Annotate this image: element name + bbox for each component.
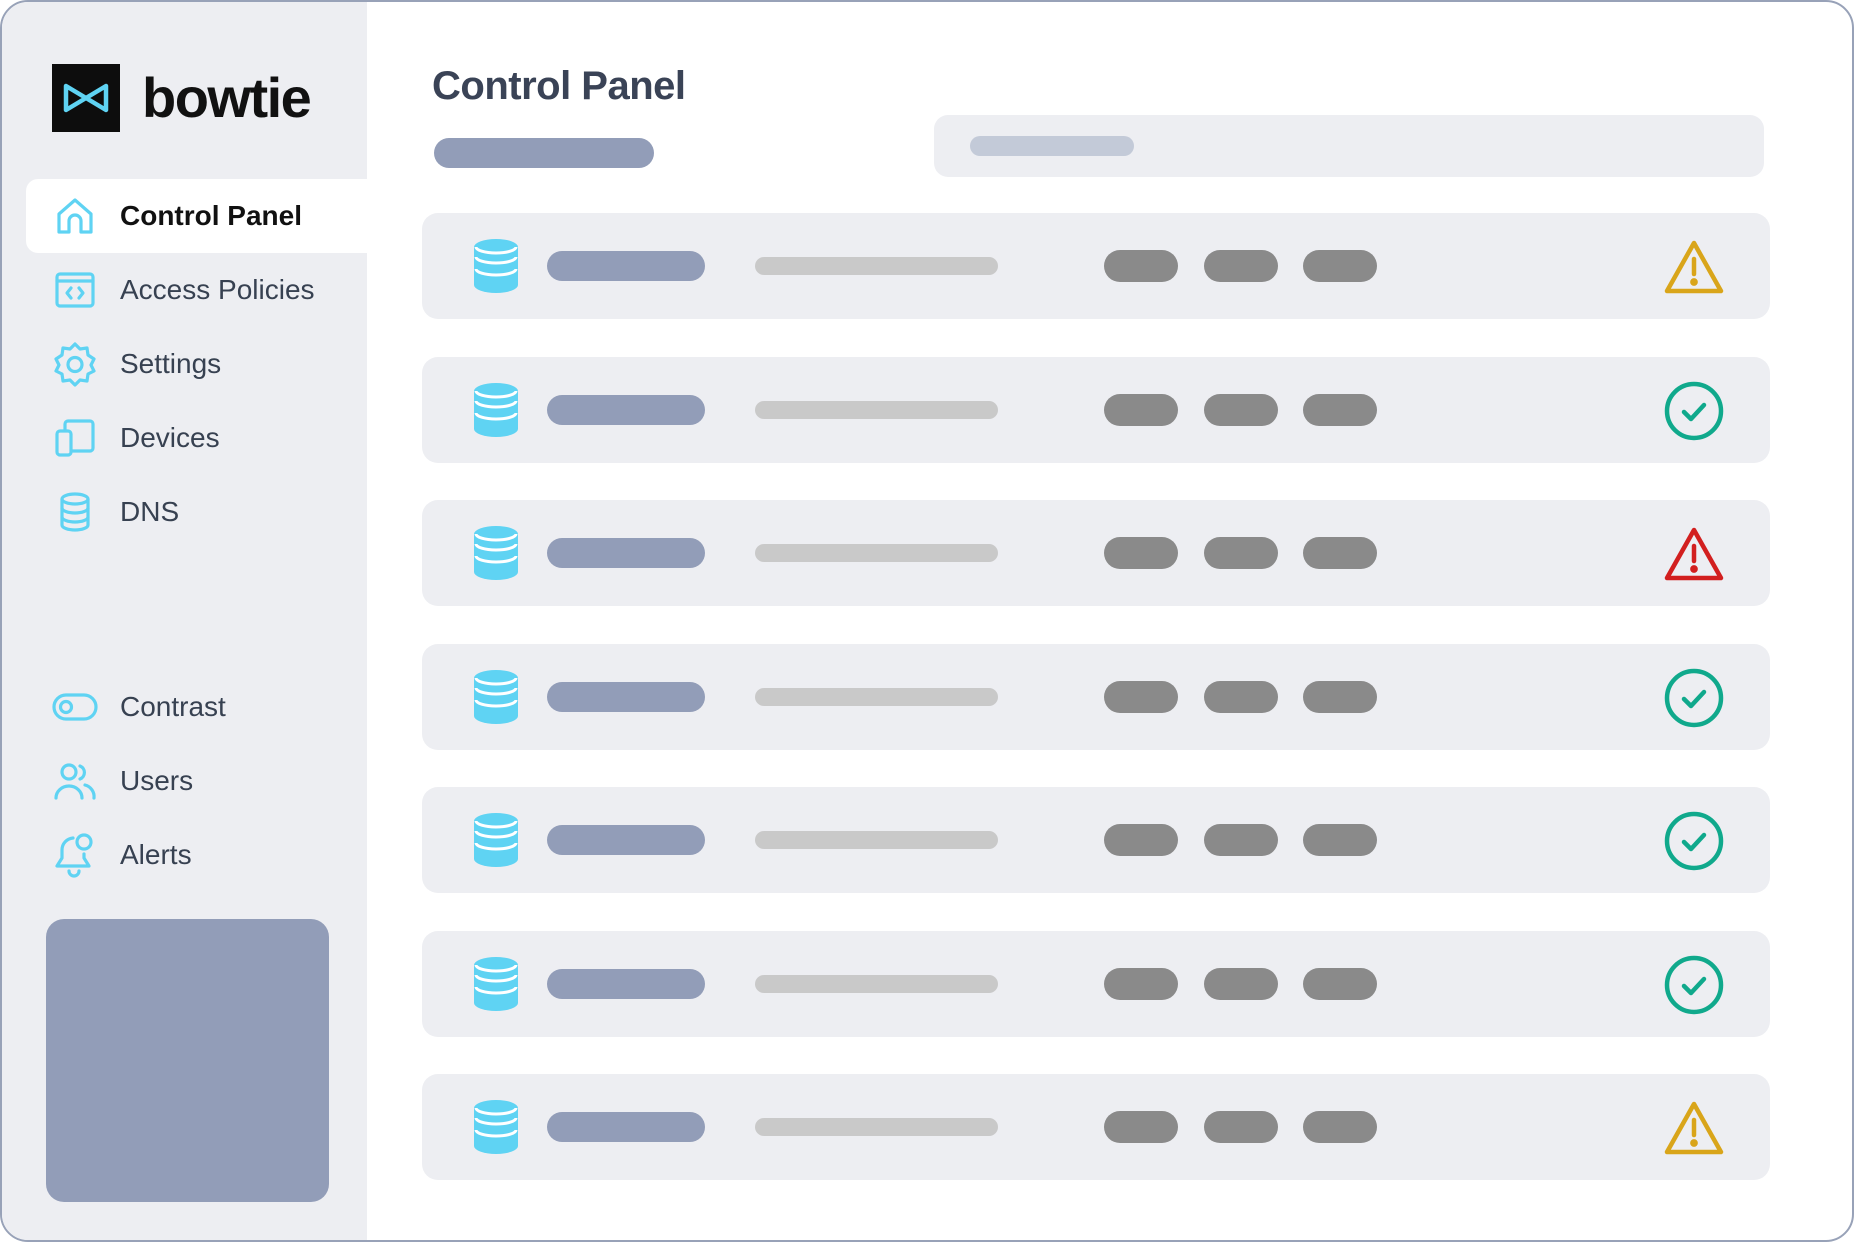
check-circle-icon: [1662, 666, 1726, 730]
table-row[interactable]: [422, 643, 1770, 750]
sidebar: bowtie Control Panel Access Policies Set…: [2, 2, 367, 1240]
row-tag-placeholder: [1204, 250, 1278, 282]
row-tag-placeholder: [1104, 250, 1178, 282]
sidebar-item-label: Access Policies: [120, 274, 315, 305]
database-icon: [52, 489, 98, 535]
search-input[interactable]: [934, 115, 1764, 177]
row-tag-placeholder: [1204, 967, 1278, 1000]
row-tag-placeholder: [1104, 967, 1178, 1000]
sidebar-item-label: Alerts: [120, 839, 192, 870]
row-tag-placeholder: [1104, 680, 1178, 713]
check-circle-icon: [1662, 953, 1726, 1017]
brand-name: bowtie: [142, 66, 312, 129]
warning-icon: [1662, 235, 1726, 299]
table-row[interactable]: [422, 787, 1770, 893]
sidebar-item-label: Users: [120, 765, 194, 796]
toggle-icon: [52, 684, 98, 730]
row-name-placeholder: [547, 1112, 705, 1142]
row-tag-placeholder: [1204, 824, 1278, 856]
table-row[interactable]: [422, 1074, 1770, 1180]
sidebar-item-label: Contrast: [120, 691, 226, 722]
row-tag-placeholder: [1303, 393, 1377, 426]
row-detail-placeholder: [755, 831, 998, 849]
row-name-placeholder: [547, 825, 705, 855]
row-tag-placeholder: [1104, 393, 1178, 426]
table-row[interactable]: [422, 213, 1770, 319]
row-name-placeholder: [547, 681, 705, 712]
row-detail-placeholder: [755, 257, 998, 275]
database-icon: [466, 379, 526, 441]
sidebar-item-label: Devices: [120, 422, 220, 453]
row-tag-placeholder: [1303, 680, 1377, 713]
row-detail-placeholder: [755, 544, 998, 562]
error-icon: [1662, 522, 1726, 586]
database-icon: [466, 666, 526, 728]
sidebar-item-devices[interactable]: Devices: [26, 401, 367, 475]
row-name-placeholder: [547, 538, 705, 568]
subtitle-placeholder: [434, 138, 654, 168]
devices-icon: [52, 415, 98, 461]
row-tag-placeholder: [1303, 1111, 1377, 1143]
row-tag-placeholder: [1204, 1111, 1278, 1143]
table-row[interactable]: [422, 500, 1770, 606]
check-circle-icon: [1662, 809, 1726, 873]
bell-icon: [52, 832, 98, 878]
users-icon: [52, 758, 98, 804]
row-name-placeholder: [547, 394, 705, 425]
row-detail-placeholder: [755, 974, 998, 993]
database-icon: [466, 522, 526, 584]
database-icon: [466, 1096, 526, 1158]
sidebar-item-label: DNS: [120, 496, 180, 527]
app-window: bowtie Control Panel Access Policies Set…: [0, 0, 1854, 1242]
table-row[interactable]: [422, 356, 1770, 463]
sidebar-item-settings[interactable]: Settings: [26, 327, 367, 401]
row-tag-placeholder: [1204, 393, 1278, 426]
sidebar-item-control-panel[interactable]: Control Panel: [26, 179, 367, 253]
warning-icon: [1662, 1096, 1726, 1160]
sidebar-item-label: Settings: [120, 348, 222, 379]
database-icon: [466, 235, 526, 297]
sidebar-item-access-policies[interactable]: Access Policies: [26, 253, 367, 327]
sidebar-placeholder-card: [46, 919, 329, 1202]
check-circle-icon: [1662, 379, 1726, 443]
sidebar-item-alerts[interactable]: Alerts: [26, 818, 367, 892]
bowtie-logo-icon: [52, 64, 120, 132]
row-tag-placeholder: [1104, 537, 1178, 569]
sidebar-item-label: Control Panel: [120, 200, 303, 231]
row-tag-placeholder: [1204, 680, 1278, 713]
sidebar-item-dns[interactable]: DNS: [26, 475, 367, 549]
sidebar-item-users[interactable]: Users: [26, 744, 367, 818]
row-detail-placeholder: [755, 1118, 998, 1136]
code-window-icon: [52, 267, 98, 313]
row-tag-placeholder: [1303, 250, 1377, 282]
database-icon: [466, 809, 526, 871]
sidebar-item-contrast[interactable]: Contrast: [26, 670, 367, 744]
home-icon: [52, 193, 98, 239]
row-tag-placeholder: [1303, 824, 1377, 856]
database-icon: [466, 953, 526, 1015]
table-row[interactable]: [422, 930, 1770, 1037]
row-detail-placeholder: [755, 687, 998, 706]
row-tag-placeholder: [1204, 537, 1278, 569]
row-detail-placeholder: [755, 400, 998, 419]
row-tag-placeholder: [1303, 537, 1377, 569]
search-placeholder: [970, 136, 1134, 156]
row-name-placeholder: [547, 251, 705, 281]
page-title: Control Panel: [432, 64, 686, 108]
brand-logo[interactable]: bowtie: [52, 64, 312, 132]
row-name-placeholder: [547, 968, 705, 999]
row-tag-placeholder: [1303, 967, 1377, 1000]
gear-icon: [52, 341, 98, 387]
row-tag-placeholder: [1104, 824, 1178, 856]
row-tag-placeholder: [1104, 1111, 1178, 1143]
